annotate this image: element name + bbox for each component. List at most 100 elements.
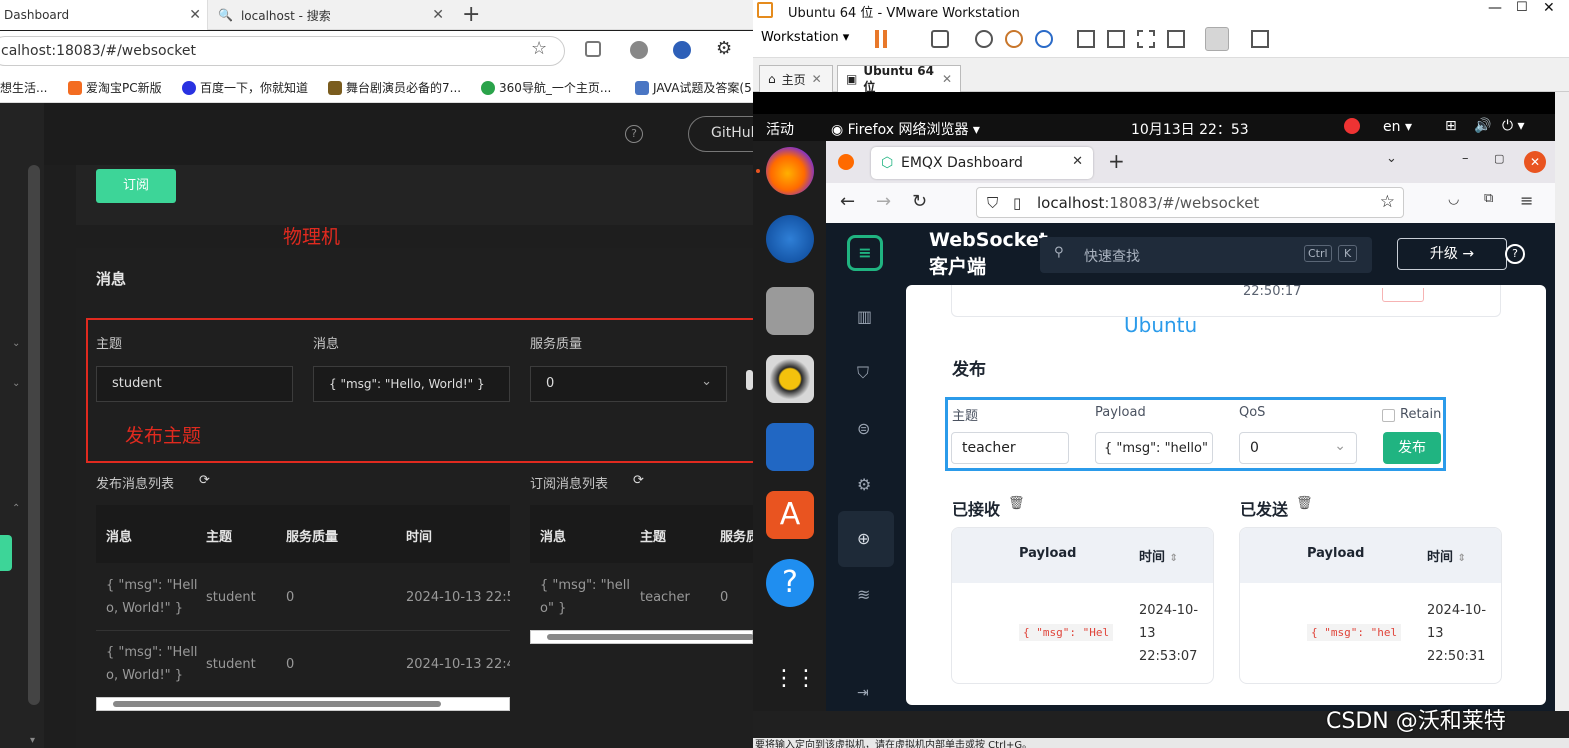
search-input[interactable]: ⚲ 快速查找 Ctrl K xyxy=(1040,237,1372,273)
shield-icon[interactable]: ⛉ xyxy=(857,363,869,383)
app-menu[interactable]: ◉ Firefox 网络浏览器 ▾ xyxy=(831,119,980,139)
publish-button[interactable]: 发布 xyxy=(1383,432,1441,464)
tab-home[interactable]: ⌂ 主页 ✕ xyxy=(759,65,833,92)
trash-icon[interactable]: 🗑 xyxy=(1296,496,1313,511)
pub-table-scrollbar[interactable] xyxy=(96,697,510,711)
trash-icon[interactable]: 🗑 xyxy=(1008,496,1025,511)
bookmark-item[interactable]: 舞台剧演员必备的7... xyxy=(328,79,461,96)
minimize-icon[interactable]: – xyxy=(1462,151,1469,166)
subscribe-button[interactable]: 订阅 xyxy=(96,169,176,203)
writer-icon[interactable] xyxy=(766,423,814,471)
github-button[interactable]: GitHub xyxy=(688,116,753,152)
sidebar-scrollbar[interactable] xyxy=(28,165,40,705)
language-indicator[interactable]: en ▾ xyxy=(1383,119,1412,135)
chevron-down-icon[interactable]: ⌄ xyxy=(12,338,20,349)
topic-input[interactable]: student xyxy=(96,366,293,402)
help-icon[interactable]: ? xyxy=(1505,244,1525,264)
bookmark-item[interactable]: 百度一下，你就知道 xyxy=(182,79,308,96)
qos-select[interactable]: 0 ⌄ xyxy=(530,366,727,402)
workstation-menu[interactable]: Workstation ▾ xyxy=(761,30,849,45)
puzzle-icon[interactable]: ⚙ xyxy=(716,38,732,59)
files-icon[interactable] xyxy=(766,287,814,335)
tab-ubuntu[interactable]: ▣ Ubuntu 64 位 ✕ xyxy=(837,64,961,94)
delete-button[interactable] xyxy=(1382,288,1424,302)
star-icon[interactable]: ☆ xyxy=(1380,192,1395,212)
diagnose-icon[interactable]: ⊕ xyxy=(857,529,870,548)
tab-dashboard[interactable]: Dashboard ✕ xyxy=(0,0,208,30)
firefox-icon[interactable] xyxy=(766,147,814,195)
layers-icon[interactable]: ≋ xyxy=(857,585,870,604)
app-center-icon[interactable]: A xyxy=(766,491,814,539)
clock[interactable]: 10月13日 22：53 xyxy=(1131,119,1249,139)
col-time[interactable]: 时间 ⇕ xyxy=(1427,546,1466,565)
topic-input[interactable]: teacher xyxy=(951,432,1069,464)
extensions-icon[interactable]: ⧉ xyxy=(1484,191,1493,206)
revert-snapshot-icon[interactable] xyxy=(1005,30,1023,48)
refresh-icon[interactable]: ⟳ xyxy=(199,473,210,488)
extension-icon[interactable] xyxy=(673,41,691,59)
maximize-icon[interactable]: ▢ xyxy=(1494,152,1504,165)
refresh-icon[interactable]: ⟳ xyxy=(633,473,644,488)
tab-emqx-dashboard[interactable]: ⬡ EMQX Dashboard ✕ xyxy=(871,147,1093,179)
integration-icon[interactable]: ⊜ xyxy=(857,419,870,438)
collapse-icon[interactable]: ⇥ xyxy=(857,685,869,701)
volume-icon[interactable]: 🔊 xyxy=(1474,118,1491,134)
upgrade-button[interactable]: 升级 → xyxy=(1397,238,1507,270)
thumbnail-icon[interactable] xyxy=(1107,30,1125,48)
send-keys-icon[interactable] xyxy=(931,30,949,48)
forward-icon[interactable]: → xyxy=(876,191,891,212)
network-icon[interactable]: ⊞ xyxy=(1445,118,1457,134)
new-tab-icon[interactable]: + xyxy=(462,2,480,27)
close-icon[interactable]: ✕ xyxy=(432,7,444,23)
snapshot-manager-icon[interactable] xyxy=(1035,30,1053,48)
tab-localhost-search[interactable]: 🔍 localhost - 搜索 ✕ xyxy=(210,0,450,30)
library-icon[interactable] xyxy=(1077,30,1095,48)
star-icon[interactable]: ☆ xyxy=(531,38,547,59)
dashboard-icon[interactable]: ▥ xyxy=(857,307,872,326)
message-input[interactable]: { "msg": "Hello, World!" } xyxy=(313,366,510,402)
bookmark-item[interactable]: 想生活... xyxy=(0,79,47,96)
reload-icon[interactable]: ↻ xyxy=(912,191,927,212)
bookmark-item[interactable]: 爱淘宝PC新版 xyxy=(68,79,162,96)
publish-button-partial[interactable] xyxy=(746,370,753,390)
fullscreen-icon[interactable] xyxy=(1137,30,1155,48)
help-icon[interactable]: ? xyxy=(625,125,643,143)
back-icon[interactable]: ← xyxy=(840,191,855,212)
retain-checkbox[interactable] xyxy=(1382,409,1395,422)
chevron-down-icon[interactable]: ⌄ xyxy=(1386,151,1397,166)
console-view-icon[interactable] xyxy=(1205,27,1229,51)
unity-icon[interactable] xyxy=(1167,30,1185,48)
help-icon[interactable]: ? xyxy=(766,559,814,607)
sidebar-active-item[interactable] xyxy=(0,535,12,571)
collections-icon[interactable] xyxy=(585,41,601,57)
chevron-down-icon[interactable]: ▾ xyxy=(30,735,35,746)
minimize-icon[interactable]: — xyxy=(1488,0,1502,16)
power-icon[interactable]: ⏻ ▾ xyxy=(1502,118,1525,134)
address-input[interactable]: calhost:18083/#/websocket xyxy=(0,36,565,66)
snapshot-icon[interactable] xyxy=(975,30,993,48)
payload-input[interactable]: { "msg": "hello" xyxy=(1095,432,1213,464)
close-icon[interactable]: ✕ xyxy=(189,7,201,23)
url-input[interactable]: ⛉ ▯ localhost:18083/#/websocket ☆ xyxy=(976,187,1404,218)
do-not-disturb-icon[interactable] xyxy=(1344,118,1360,134)
scrollbar-thumb[interactable] xyxy=(547,634,753,640)
close-icon[interactable]: ✕ xyxy=(1524,151,1546,173)
stretch-icon[interactable] xyxy=(1251,30,1269,48)
app-grid-icon[interactable]: ⋮⋮⋮ xyxy=(773,664,839,698)
close-icon[interactable]: ✕ xyxy=(812,72,822,86)
maximize-icon[interactable]: ☐ xyxy=(1516,0,1528,15)
chevron-down-icon[interactable]: ⌄ xyxy=(12,378,20,389)
activities-button[interactable]: 活动 xyxy=(766,119,794,139)
new-tab-icon[interactable]: + xyxy=(1108,149,1125,173)
gear-icon[interactable]: ⚙ xyxy=(857,475,871,494)
sub-table-scrollbar[interactable] xyxy=(530,630,753,644)
col-time[interactable]: 时间 ⇕ xyxy=(1139,546,1178,565)
close-icon[interactable]: ✕ xyxy=(1072,154,1083,169)
rhythmbox-icon[interactable] xyxy=(766,355,814,403)
bookmark-item[interactable]: JAVA试题及答案(5 xyxy=(635,79,752,96)
firefox-view-icon[interactable] xyxy=(838,154,854,170)
thunderbird-icon[interactable] xyxy=(766,215,814,263)
scrollbar-thumb[interactable] xyxy=(113,701,441,707)
close-icon[interactable]: ✕ xyxy=(942,72,952,86)
qos-select[interactable]: 0 ⌄ xyxy=(1239,432,1357,464)
